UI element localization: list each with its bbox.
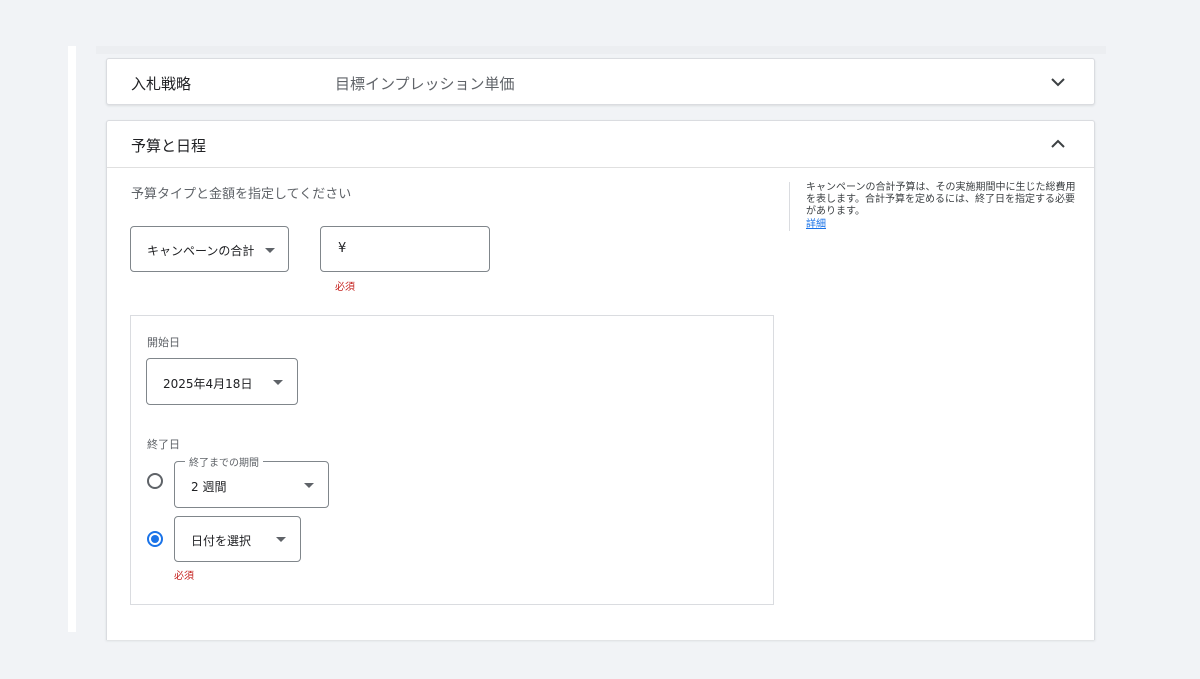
- budget-type-value: キャンペーンの合計: [147, 244, 255, 258]
- dropdown-arrow-icon: [276, 537, 286, 542]
- amount-required-error: 必須: [335, 282, 355, 293]
- end-period-radio[interactable]: [147, 473, 163, 489]
- end-date-value: 日付を選択: [191, 534, 252, 548]
- start-date-select[interactable]: 2025年4月18日: [146, 358, 298, 405]
- start-date-label: 開始日: [147, 336, 180, 349]
- chevron-down-icon[interactable]: [1048, 72, 1068, 92]
- learn-more-link[interactable]: 詳細: [806, 219, 1076, 231]
- end-period-value: 2 週間: [191, 480, 227, 494]
- bidding-strategy-summary: 目標インプレッション単価: [335, 75, 515, 93]
- end-period-select[interactable]: 終了までの期間 2 週間: [174, 454, 329, 508]
- budget-schedule-card: 予算と日程 予算タイプと金額を指定してください キャンペーンの合計 ¥ 必須 キ…: [106, 120, 1095, 640]
- start-date-value: 2025年4月18日: [163, 377, 253, 391]
- end-date-label: 終了日: [147, 438, 180, 451]
- end-date-select[interactable]: 日付を選択: [174, 516, 301, 562]
- top-strip: [96, 46, 1106, 54]
- chevron-up-icon[interactable]: [1048, 134, 1068, 154]
- budget-help-panel: キャンペーンの合計予算は、その実施期間中に生じた総費用を表します。合計予算を定め…: [789, 182, 1076, 231]
- budget-amount-input[interactable]: ¥: [320, 226, 490, 272]
- bidding-strategy-header[interactable]: 入札戦略 目標インプレッション単価: [107, 59, 1094, 105]
- currency-prefix: ¥: [338, 241, 347, 256]
- budget-instruction: 予算タイプと金額を指定してください: [131, 187, 352, 202]
- dropdown-arrow-icon: [265, 248, 275, 253]
- bidding-strategy-title: 入札戦略: [131, 75, 192, 93]
- end-date-radio[interactable]: [147, 531, 163, 547]
- budget-help-text: キャンペーンの合計予算は、その実施期間中に生じた総費用を表します。合計予算を定め…: [806, 182, 1076, 217]
- budget-type-select[interactable]: キャンペーンの合計: [130, 226, 289, 272]
- budget-schedule-header[interactable]: 予算と日程: [107, 121, 1094, 168]
- bidding-strategy-card[interactable]: 入札戦略 目標インプレッション単価: [106, 58, 1095, 105]
- end-date-required-error: 必須: [174, 571, 194, 582]
- end-period-label: 終了までの期間: [185, 454, 263, 469]
- budget-schedule-title: 予算と日程: [131, 137, 207, 155]
- dropdown-arrow-icon: [304, 483, 314, 488]
- left-rail: [68, 46, 76, 632]
- dropdown-arrow-icon: [273, 380, 283, 385]
- schedule-box: 開始日 2025年4月18日 終了日 終了までの期間 2 週間 日付を選択 必須: [130, 315, 774, 605]
